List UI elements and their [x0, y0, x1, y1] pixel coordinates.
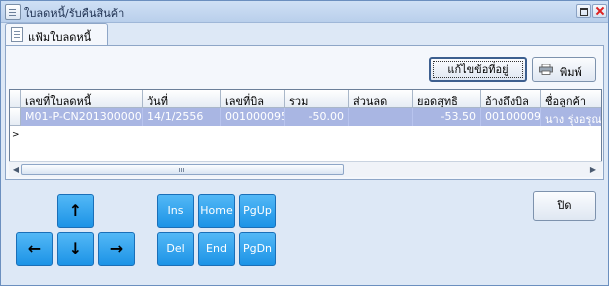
tab-credit-note-file[interactable]: แฟ้มใบลดหนี้	[5, 23, 108, 46]
app-icon	[5, 4, 21, 20]
tab-label: แฟ้มใบลดหนี้	[28, 31, 92, 44]
horizontal-scrollbar[interactable]: ◀ ▶	[9, 161, 602, 177]
table-cell[interactable]: 14/1/2556	[143, 108, 221, 126]
right-arrow-key[interactable]: →	[98, 232, 135, 266]
printer-icon	[539, 64, 553, 75]
down-arrow-key[interactable]: ↓	[57, 232, 94, 266]
print-label: พิมพ์	[560, 66, 582, 79]
table-cell[interactable]: นาง รุ่งอรุณ แ	[541, 108, 601, 126]
scrollbar-thumb[interactable]	[21, 164, 344, 175]
page-down-key[interactable]: PgDn	[239, 232, 276, 266]
row-header-corner	[10, 90, 21, 108]
page-up-key[interactable]: PgUp	[239, 194, 276, 228]
table-cell[interactable]: M01-P-CN2013000001	[21, 108, 143, 126]
delete-key[interactable]: Del	[157, 232, 194, 266]
end-key[interactable]: End	[198, 232, 235, 266]
left-arrow-key[interactable]: ←	[16, 232, 53, 266]
print-button[interactable]: พิมพ์	[532, 57, 596, 82]
row-pointer-icon: >	[12, 130, 20, 140]
table-cell[interactable]: -53.50	[413, 108, 481, 126]
column-header[interactable]: ส่วนลด	[349, 90, 413, 108]
table-cell[interactable]: 001000093	[481, 108, 541, 126]
close-window-button[interactable]	[592, 4, 607, 18]
window-title: ใบลดหนี้/รับคืนสินค้า	[24, 7, 125, 20]
close-button[interactable]: ปิด	[533, 191, 596, 221]
column-header[interactable]: รวม	[285, 90, 349, 108]
title-bar[interactable]: ใบลดหนี้/รับคืนสินค้า	[1, 1, 608, 23]
column-header[interactable]: เลขที่ใบลดหนี้	[21, 90, 143, 108]
column-header[interactable]: เลขที่บิล	[221, 90, 285, 108]
up-arrow-key[interactable]: ↑	[57, 194, 94, 228]
table-cell[interactable]	[349, 108, 413, 126]
column-header[interactable]: อ้างถึงบิล	[481, 90, 541, 108]
maximize-button[interactable]	[576, 4, 591, 18]
table-cell[interactable]: 001000095	[221, 108, 285, 126]
column-header[interactable]: ยอดสุทธิ	[413, 90, 481, 108]
insert-key[interactable]: Ins	[157, 194, 194, 228]
row-header[interactable]: >	[10, 108, 21, 140]
scroll-right-icon[interactable]: ▶	[586, 163, 600, 176]
home-key[interactable]: Home	[198, 194, 235, 228]
document-icon	[11, 27, 23, 42]
main-window: ใบลดหนี้/รับคืนสินค้า แฟ้มใบลดหนี้ แก้ไข…	[0, 0, 609, 286]
table-cell[interactable]: -50.00	[285, 108, 349, 126]
edit-address-button[interactable]: แก้ไขข้อที่อยู่	[429, 57, 527, 82]
column-header[interactable]: วันที่	[143, 90, 221, 108]
column-header[interactable]: ชื่อลูกค้า	[541, 90, 601, 108]
edit-address-label: แก้ไขข้อที่อยู่	[433, 61, 523, 78]
